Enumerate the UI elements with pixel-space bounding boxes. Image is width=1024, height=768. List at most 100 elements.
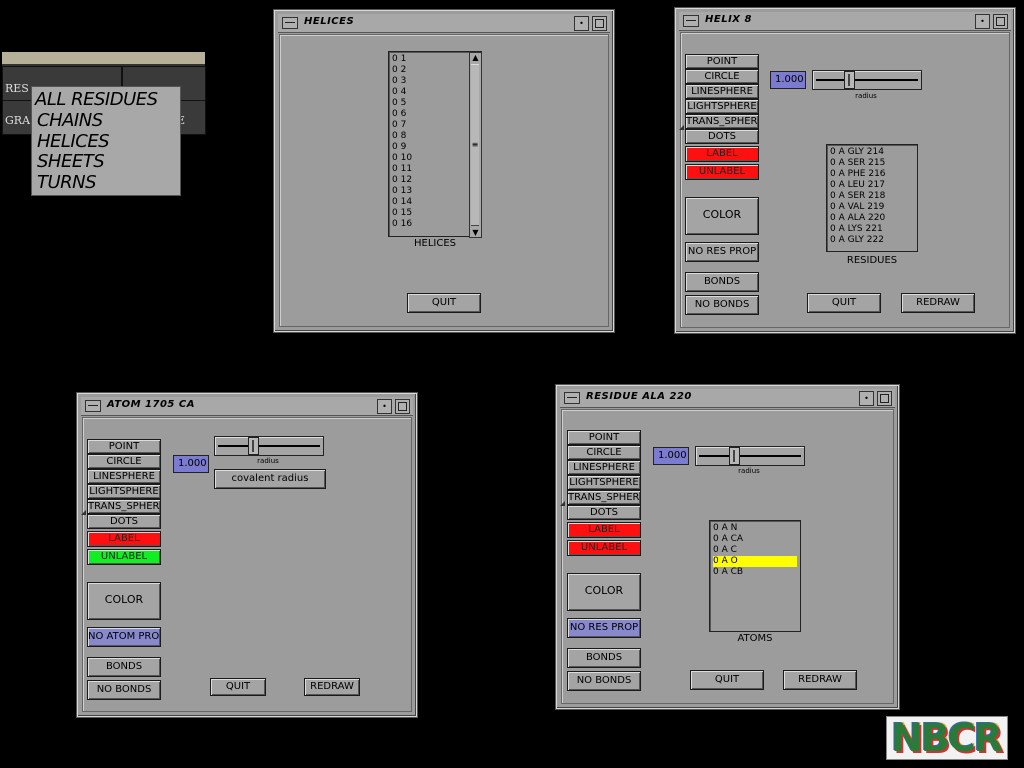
dots-button[interactable]: DOTS [685,129,759,144]
list-item[interactable]: 0 A C [713,545,797,556]
list-item[interactable]: 0 4 [392,87,478,98]
linesphere-button[interactable]: LINESPHERE [685,84,759,99]
point-button[interactable]: POINT [685,54,759,69]
radius-input[interactable]: 1.000 [173,455,209,473]
quit-button[interactable]: QUIT [807,293,881,313]
list-item[interactable]: 0 12 [392,175,478,186]
helices-list[interactable]: 0 1 0 2 0 3 0 4 0 5 0 6 0 7 0 8 0 9 0 10… [388,51,482,237]
window-menu-icon[interactable] [85,400,101,412]
label-button[interactable]: LABEL [87,531,161,547]
list-item[interactable]: 0 6 [392,109,478,120]
circle-button[interactable]: CIRCLE [685,69,759,84]
dots-button[interactable]: DOTS [87,514,161,529]
quit-button[interactable]: QUIT [210,678,266,696]
trans-sphere-button[interactable]: TRANS_SPHERE [685,114,759,129]
menu-item-chains[interactable]: CHAINS [37,110,103,131]
no-bonds-button[interactable]: NO BONDS [87,680,161,700]
list-item[interactable]: 0 A CB [713,567,797,578]
menu-item-all-residues[interactable]: ALL RESIDUES [35,89,158,110]
redraw-button[interactable]: REDRAW [304,678,360,696]
maximize-icon[interactable] [877,391,892,406]
list-item[interactable]: 0 A LEU 217 [830,180,914,191]
circle-button[interactable]: CIRCLE [567,445,641,460]
list-item[interactable]: 0 A N [713,523,797,534]
scroll-up-arrow-icon[interactable]: ▲ [471,53,480,62]
trans-sphere-button[interactable]: TRANS_SPHERE [567,490,641,505]
no-bonds-button[interactable]: NO BONDS [685,295,759,315]
list-item[interactable]: 0 5 [392,98,478,109]
list-item[interactable]: 0 14 [392,197,478,208]
minimize-icon[interactable]: • [377,399,392,414]
no-atom-prop-button[interactable]: NO ATOM PROP [87,627,161,647]
no-bonds-button[interactable]: NO BONDS [567,671,641,691]
radius-slider-thumb[interactable] [844,71,855,89]
unlabel-button[interactable]: UNLABEL [685,164,759,180]
radius-slider[interactable] [695,446,805,466]
redraw-button[interactable]: REDRAW [901,293,975,313]
window-menu-icon[interactable] [564,392,580,404]
list-item[interactable]: 0 1 [392,54,478,65]
color-button[interactable]: COLOR [87,582,161,620]
minimize-icon[interactable]: • [574,16,589,31]
helices-scrollbar[interactable]: ▲ ≡ ▼ [469,52,482,238]
bonds-button[interactable]: BONDS [567,648,641,668]
list-item[interactable]: 0 9 [392,142,478,153]
helices-titlebar[interactable]: HELICES • [278,14,610,33]
trans-sphere-button[interactable]: TRANS_SPHERE [87,499,161,514]
list-item[interactable]: 0 15 [392,208,478,219]
residues-list[interactable]: 0 A GLY 214 0 A SER 215 0 A PHE 216 0 A … [826,144,918,252]
dots-button[interactable]: DOTS [567,505,641,520]
quit-button[interactable]: QUIT [407,293,481,313]
no-res-prop-button[interactable]: NO RES PROP [567,618,641,638]
list-item[interactable]: 0 13 [392,186,478,197]
window-menu-icon[interactable] [282,17,298,29]
radius-slider[interactable] [214,436,324,456]
list-item[interactable]: 0 16 [392,219,478,230]
atom-titlebar[interactable]: ATOM 1705 CA • [81,397,413,416]
circle-button[interactable]: CIRCLE [87,454,161,469]
list-item[interactable]: 0 A ALA 220 [830,213,914,224]
linesphere-button[interactable]: LINESPHERE [87,469,161,484]
list-item[interactable]: 0 10 [392,153,478,164]
minimize-icon[interactable]: • [859,391,874,406]
list-item[interactable]: 0 A PHE 216 [830,169,914,180]
lightsphere-button[interactable]: LIGHTSPHERE [685,99,759,114]
point-button[interactable]: POINT [87,439,161,454]
unlabel-button[interactable]: UNLABEL [87,549,161,565]
residue-titlebar[interactable]: RESIDUE ALA 220 • [560,389,895,408]
list-item[interactable]: 0 11 [392,164,478,175]
maximize-icon[interactable] [592,16,607,31]
point-button[interactable]: POINT [567,430,641,445]
list-item[interactable]: 0 A GLY 214 [830,147,914,158]
list-item[interactable]: 0 A SER 218 [830,191,914,202]
redraw-button[interactable]: REDRAW [783,670,857,690]
list-item[interactable]: 0 3 [392,76,478,87]
scroll-thumb[interactable]: ≡ [471,64,479,226]
list-item[interactable]: 0 8 [392,131,478,142]
quit-button[interactable]: QUIT [690,670,764,690]
list-item-selected[interactable]: 0 A O [713,556,797,567]
covalent-radius-button[interactable]: covalent radius [214,469,326,489]
label-button[interactable]: LABEL [567,522,641,538]
radius-slider[interactable] [812,70,922,90]
no-res-prop-button[interactable]: NO RES PROP [685,242,759,262]
menu-item-helices[interactable]: HELICES [37,131,110,152]
menu-item-sheets[interactable]: SHEETS [37,151,105,172]
unlabel-button[interactable]: UNLABEL [567,540,641,556]
color-button[interactable]: COLOR [567,573,641,611]
list-item[interactable]: 0 2 [392,65,478,76]
atoms-list[interactable]: 0 A N 0 A CA 0 A C 0 A O 0 A CB [709,520,801,632]
scroll-down-arrow-icon[interactable]: ▼ [471,228,480,237]
radius-input[interactable]: 1.000 [653,447,689,465]
list-item[interactable]: 0 A VAL 219 [830,202,914,213]
bonds-button[interactable]: BONDS [87,657,161,677]
minimize-icon[interactable]: • [975,14,990,29]
lightsphere-button[interactable]: LIGHTSPHERE [567,475,641,490]
list-item[interactable]: 0 A SER 215 [830,158,914,169]
maximize-icon[interactable] [993,14,1008,29]
radius-input[interactable]: 1.000 [770,71,806,89]
list-item[interactable]: 0 A GLY 222 [830,235,914,246]
list-item[interactable]: 0 A LYS 221 [830,224,914,235]
label-button[interactable]: LABEL [685,146,759,162]
lightsphere-button[interactable]: LIGHTSPHERE [87,484,161,499]
